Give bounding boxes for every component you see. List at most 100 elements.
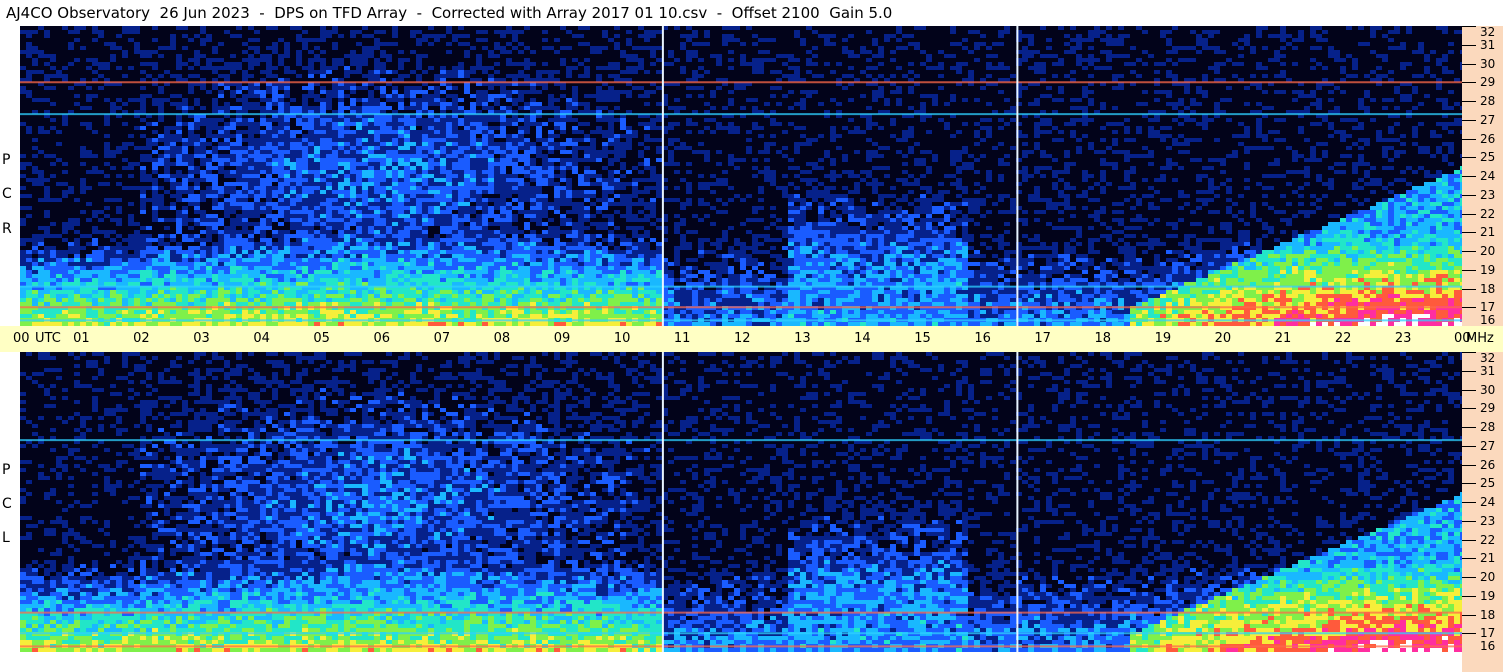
spectrogram-cell xyxy=(1172,26,1178,30)
spectrogram-cell xyxy=(458,122,464,126)
spectrogram-cell xyxy=(1124,154,1130,158)
spectrogram-cell xyxy=(140,94,146,98)
spectrogram-cell xyxy=(1196,138,1202,142)
spectrogram-cell xyxy=(434,194,440,198)
spectrogram-cell xyxy=(32,174,38,178)
spectrogram-cell xyxy=(320,174,326,178)
spectrogram-cell xyxy=(1064,74,1070,78)
spectrogram-cell xyxy=(422,118,428,122)
spectrogram-cell xyxy=(230,66,236,70)
spectrogram-cell xyxy=(416,118,422,122)
spectrogram-cell xyxy=(524,90,530,94)
spectrogram-cell xyxy=(452,86,458,90)
spectrogram-cell xyxy=(1298,38,1304,42)
spectrogram-cell xyxy=(1226,154,1232,158)
spectrogram-cell xyxy=(230,70,236,74)
spectrogram-cell xyxy=(830,50,836,54)
spectrogram-cell xyxy=(614,62,620,66)
spectrogram-cell xyxy=(788,182,794,186)
spectrogram-cell xyxy=(80,154,86,158)
spectrogram-cell xyxy=(650,90,656,94)
spectrogram-cell xyxy=(650,202,656,206)
spectrogram-cell xyxy=(488,70,494,74)
spectrogram-cell xyxy=(44,86,50,90)
spectrogram-cell xyxy=(1046,86,1052,90)
spectrogram-cell xyxy=(1196,90,1202,94)
spectrogram-cell xyxy=(536,158,542,162)
spectrogram-cell xyxy=(224,86,230,90)
spectrogram-cell xyxy=(170,102,176,106)
spectrogram-cell xyxy=(1262,46,1268,50)
spectrogram-cell xyxy=(776,186,782,190)
spectrogram-cell xyxy=(758,170,764,174)
spectrogram-cell xyxy=(68,190,74,194)
spectrogram-cell xyxy=(524,86,530,90)
spectrogram-cell xyxy=(596,178,602,182)
spectrogram-cell xyxy=(596,94,602,98)
spectrogram-cell xyxy=(1232,62,1238,66)
spectrogram-cell xyxy=(1088,46,1094,50)
spectrogram-cell xyxy=(278,134,284,138)
spectrogram-cell xyxy=(338,94,344,98)
spectrogram-cell xyxy=(236,106,242,110)
spectrogram-cell xyxy=(1070,130,1076,134)
spectrogram-cell xyxy=(218,186,224,190)
spectrogram-cell xyxy=(434,34,440,38)
spectrogram-cell xyxy=(350,182,356,186)
spectrogram-cell xyxy=(308,150,314,154)
spectrogram-cell xyxy=(332,118,338,122)
spectrogram-cell xyxy=(554,182,560,186)
spectrogram-cell xyxy=(1208,26,1214,30)
spectrogram-cell xyxy=(908,70,914,74)
spectrogram-cell xyxy=(50,54,56,58)
spectrogram-cell xyxy=(836,126,842,130)
spectrogram-cell xyxy=(212,198,218,202)
spectrogram-cell xyxy=(1088,142,1094,146)
spectrogram-cell xyxy=(992,194,998,198)
spectrogram-cell xyxy=(1328,122,1334,126)
spectrogram-cell xyxy=(620,166,626,170)
spectrogram-cell xyxy=(62,66,68,70)
spectrogram-cell xyxy=(482,126,488,130)
spectrogram-cell xyxy=(302,130,308,134)
spectrogram-cell xyxy=(284,58,290,62)
spectrogram-cell xyxy=(452,38,458,42)
spectrogram-cell xyxy=(1418,150,1424,154)
spectrogram-cell xyxy=(974,198,980,202)
spectrogram-cell xyxy=(566,122,572,126)
spectrogram-cell xyxy=(116,106,122,110)
spectrogram-cell xyxy=(1256,182,1262,186)
spectrogram-cell xyxy=(590,50,596,54)
spectrogram-cell xyxy=(146,54,152,58)
spectrogram-cell xyxy=(1124,118,1130,122)
spectrogram-cell xyxy=(1334,58,1340,62)
spectrogram-cell xyxy=(758,134,764,138)
spectrogram-cell xyxy=(512,34,518,38)
spectrogram-cell xyxy=(356,138,362,142)
spectrogram-cell xyxy=(224,106,230,110)
spectrogram-cell xyxy=(452,102,458,106)
spectrogram-cell xyxy=(674,162,680,166)
spectrogram-cell xyxy=(212,174,218,178)
spectrogram-cell xyxy=(176,154,182,158)
spectrogram-cell xyxy=(1112,162,1118,166)
spectrogram-cell xyxy=(350,190,356,194)
spectrogram-cell xyxy=(494,102,500,106)
spectrogram-cell xyxy=(770,170,776,174)
spectrogram-cell xyxy=(110,42,116,46)
spectrogram-cell xyxy=(284,130,290,134)
spectrogram-cell xyxy=(62,162,68,166)
spectrogram-cell xyxy=(896,26,902,30)
spectrogram-cell xyxy=(614,46,620,50)
spectrogram-cell xyxy=(506,162,512,166)
spectrogram-cell xyxy=(710,106,716,110)
spectrogram-cell xyxy=(236,190,242,194)
spectrogram-cell xyxy=(908,174,914,178)
spectrogram-cell xyxy=(218,170,224,174)
spectrogram-cell xyxy=(152,50,158,54)
spectrogram-cell xyxy=(1454,134,1460,138)
spectrogram-cell xyxy=(854,90,860,94)
spectrogram-cell xyxy=(416,138,422,142)
spectrogram-cell xyxy=(440,98,446,102)
spectrogram-cell xyxy=(278,146,284,150)
